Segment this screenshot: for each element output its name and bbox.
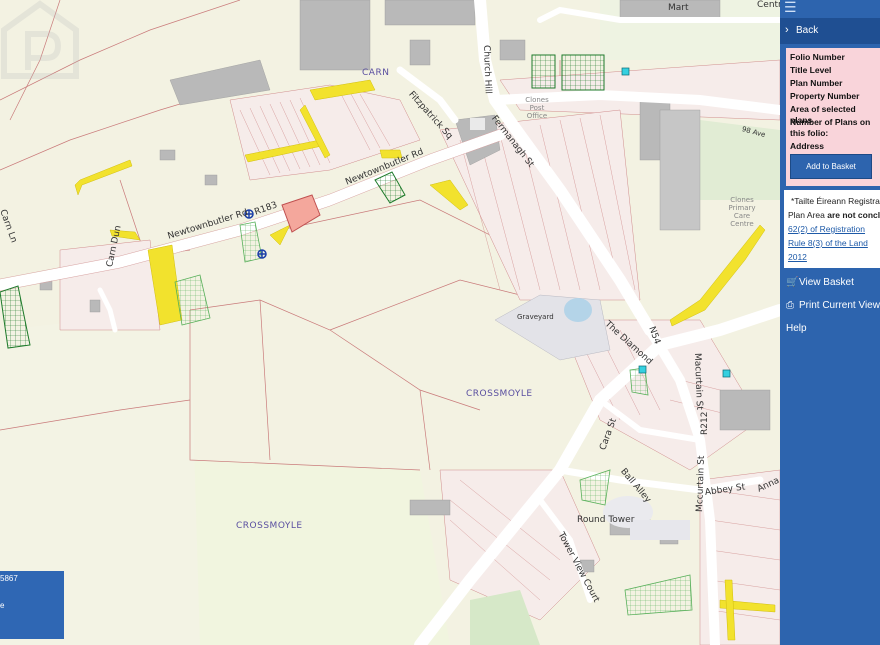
coord-line-1: 5867: [0, 574, 18, 583]
field-num-plans-2: this folio:: [790, 128, 829, 138]
label-primary-care: Clones Primary Care Centre: [728, 196, 756, 228]
help-button[interactable]: Help: [786, 323, 807, 334]
chevron-right-icon: ›: [785, 24, 789, 36]
field-property-number: Property Number: [790, 91, 860, 101]
help-label: Help: [786, 323, 807, 334]
disclaimer-note: *Tailte Éireann Registra Plan Area are n…: [784, 190, 880, 268]
watermark-logo: [0, 0, 79, 79]
sidebar: ☰ › Back Folio Number Title Level Plan N…: [780, 0, 880, 645]
add-to-basket-button[interactable]: Add to Basket: [790, 154, 872, 179]
note-link-land-rule[interactable]: Rule 8(3) of the Land: [788, 236, 868, 250]
road-label-macurtain-st-2: Mccurtain St: [695, 455, 707, 513]
place-label-crossmoyle-1: CROSSMOYLE: [466, 389, 533, 399]
road-label-church-hill: Church Hill: [481, 44, 493, 95]
print-view-button[interactable]: ⎙ Print Current View: [786, 300, 880, 311]
field-num-plans-1: Number of Plans on: [790, 117, 871, 127]
note-link-year[interactable]: 2012: [788, 250, 807, 264]
label-post-office: Clones Post Office: [525, 96, 549, 120]
menu-icon[interactable]: ☰: [784, 0, 802, 15]
label-centre: Centre: [757, 0, 780, 10]
road-label-macurtain-st-1: Macurtain St: [692, 352, 704, 411]
note-line-2b: are not concl: [827, 210, 880, 220]
field-address: Address: [790, 141, 825, 151]
label-mart: Mart: [668, 3, 689, 13]
back-button[interactable]: › Back: [780, 18, 880, 44]
print-icon: ⎙: [786, 300, 794, 311]
label-round-tower: Round Tower: [577, 515, 635, 525]
print-view-label: Print Current View: [799, 300, 880, 311]
label-graveyard: Graveyard: [517, 313, 554, 321]
note-link-registration[interactable]: 62(2) of Registration: [788, 222, 865, 236]
view-basket-button[interactable]: 🛒View Basket: [786, 277, 854, 288]
road-label-r212: R212: [700, 411, 710, 435]
coordinate-readout: 5867 e: [0, 571, 64, 639]
cart-icon: 🛒: [786, 277, 799, 288]
folio-info-panel: Folio Number Title Level Plan Number Pro…: [786, 48, 880, 186]
place-label-crossmoyle-2: CROSSMOYLE: [236, 521, 303, 531]
back-label: Back: [796, 25, 819, 36]
field-plan-number: Plan Number: [790, 78, 843, 88]
field-folio-number: Folio Number: [790, 52, 845, 62]
note-line-1: *Tailte Éireann Registra: [791, 196, 880, 206]
note-line-2a: Plan Area: [788, 210, 828, 220]
map-base: [0, 0, 780, 645]
coord-line-2: e: [0, 601, 5, 610]
map-canvas[interactable]: Church Hill Fitzpatrick Sq Fermanagh St …: [0, 0, 780, 645]
field-title-level: Title Level: [790, 65, 832, 75]
place-label-carn: CARN: [362, 68, 390, 78]
view-basket-label: View Basket: [799, 277, 854, 288]
